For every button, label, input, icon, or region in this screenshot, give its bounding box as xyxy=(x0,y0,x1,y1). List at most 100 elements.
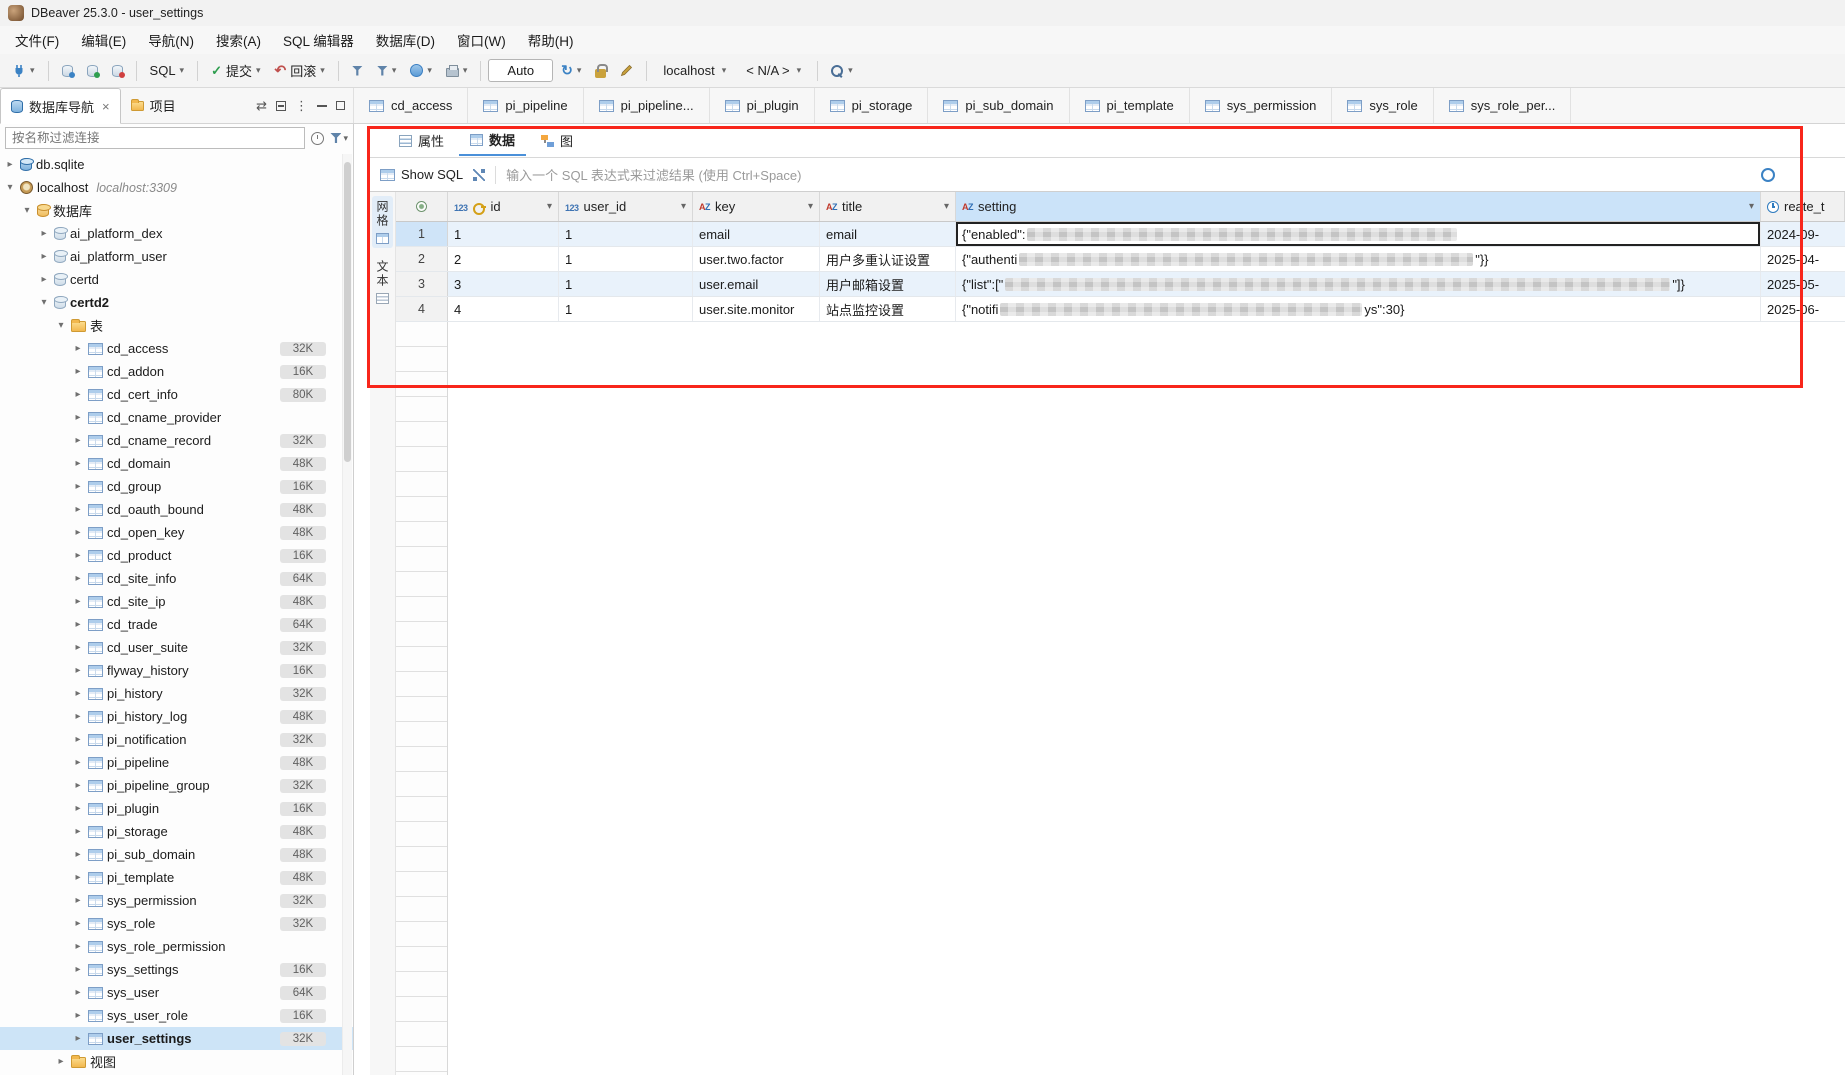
cell-id[interactable]: 2 xyxy=(448,247,559,271)
show-sql-button[interactable]: Show SQL xyxy=(380,167,463,182)
menu-item[interactable]: 窗口(W) xyxy=(446,26,517,54)
column-header[interactable]: AZ setting ▾ xyxy=(956,192,1761,221)
expand-chevron-icon[interactable] xyxy=(72,688,84,699)
editor-tab[interactable]: sys_role xyxy=(1332,88,1433,123)
tree-item[interactable]: pi_plugin 16K xyxy=(0,797,353,820)
search-button[interactable]: ▾ xyxy=(825,61,859,80)
expand-chevron-icon[interactable] xyxy=(72,596,84,607)
transaction-mode-combo[interactable]: Auto xyxy=(488,59,553,82)
cell-user-id[interactable]: 1 xyxy=(559,222,693,246)
expand-chevron-icon[interactable] xyxy=(72,481,84,492)
navigator-filter-funnel[interactable]: ▾ xyxy=(330,133,348,143)
cell-setting[interactable]: {"enabled": xyxy=(956,222,1761,246)
cell-title[interactable]: 用户邮箱设置 xyxy=(820,272,956,296)
cell-create-time[interactable]: 2025-05- xyxy=(1761,272,1845,296)
tree-item[interactable]: cd_product 16K xyxy=(0,544,353,567)
cell-user-id[interactable]: 1 xyxy=(559,272,693,296)
tree-item[interactable]: pi_history 32K xyxy=(0,682,353,705)
cell-create-time[interactable]: 2025-04- xyxy=(1761,247,1845,271)
editor-tab[interactable]: pi_storage xyxy=(815,88,929,123)
maximize-icon[interactable] xyxy=(336,101,345,110)
link-editor-icon[interactable]: ⇄ xyxy=(256,98,267,114)
editor-subtab[interactable]: 图 xyxy=(530,126,584,155)
tree-item[interactable]: localhost localhost:3309 xyxy=(0,176,353,199)
tree-item[interactable]: sys_user 64K xyxy=(0,981,353,1004)
expand-chevron-icon[interactable] xyxy=(72,711,84,722)
tree-item[interactable]: pi_pipeline_group 32K xyxy=(0,774,353,797)
editor-tab[interactable]: sys_permission xyxy=(1190,88,1333,123)
cell-title[interactable]: 站点监控设置 xyxy=(820,297,956,321)
editor-tab[interactable]: pi_plugin xyxy=(710,88,815,123)
menu-item[interactable]: 导航(N) xyxy=(137,26,205,54)
menu-item[interactable]: 帮助(H) xyxy=(517,26,585,54)
expand-chevron-icon[interactable] xyxy=(72,573,84,584)
refresh-button[interactable]: ▾ xyxy=(555,59,587,82)
expand-chevron-icon[interactable] xyxy=(72,941,84,952)
minimize-icon[interactable] xyxy=(317,105,327,107)
tree-item[interactable]: sys_user_role 16K xyxy=(0,1004,353,1027)
menu-item[interactable]: 数据库(D) xyxy=(365,26,446,54)
active-connection-combo[interactable]: localhost ▾ xyxy=(654,63,735,78)
expand-chevron-icon[interactable] xyxy=(72,527,84,538)
tree-item[interactable]: ai_platform_dex xyxy=(0,222,353,245)
cell-key[interactable]: user.email xyxy=(693,272,820,296)
rollback-button[interactable]: 回滚 ▾ xyxy=(269,58,331,83)
history-icon[interactable] xyxy=(311,132,324,145)
data-row[interactable]: 2 2 1 user.two.factor 用户多重认证设置 {"authent… xyxy=(396,247,1845,272)
expand-chevron-icon[interactable] xyxy=(72,918,84,929)
column-header[interactable]: AZ user_id ▾ xyxy=(559,192,693,221)
edit-button[interactable] xyxy=(614,61,639,80)
expand-chevron-icon[interactable] xyxy=(72,642,84,653)
cell-user-id[interactable]: 1 xyxy=(559,297,693,321)
sql-filter-input[interactable]: 输入一个 SQL 表达式来过滤结果 (使用 Ctrl+Space) xyxy=(506,165,801,184)
expand-chevron-icon[interactable] xyxy=(38,274,50,285)
active-schema-combo[interactable]: < N/A > ▾ xyxy=(737,63,810,78)
tree-item[interactable]: cd_site_ip 48K xyxy=(0,590,353,613)
expand-chevron-icon[interactable] xyxy=(38,228,50,239)
menu-item[interactable]: 搜索(A) xyxy=(205,26,272,54)
tree-item[interactable]: user_settings 32K xyxy=(0,1027,353,1050)
expand-chevron-icon[interactable] xyxy=(55,320,67,331)
column-header[interactable]: AZ id ▾ xyxy=(448,192,559,221)
tree-item[interactable]: db.sqlite xyxy=(0,153,353,176)
expand-filter-icon[interactable] xyxy=(473,169,485,181)
column-dropdown-icon[interactable]: ▾ xyxy=(944,202,949,212)
tree-item[interactable]: cd_access 32K xyxy=(0,337,353,360)
expand-chevron-icon[interactable] xyxy=(4,182,16,193)
cell-key[interactable]: user.two.factor xyxy=(693,247,820,271)
new-connection-button[interactable]: ▾ xyxy=(6,61,41,81)
cell-setting[interactable]: {"list":[" "]} xyxy=(956,272,1761,296)
editor-tab[interactable]: pi_pipeline... xyxy=(584,88,710,123)
column-header[interactable]: AZ key ▾ xyxy=(693,192,820,221)
row-number-header[interactable] xyxy=(396,192,448,221)
tree-item[interactable]: pi_sub_domain 48K xyxy=(0,843,353,866)
filter-connections-input[interactable] xyxy=(5,127,305,149)
expand-chevron-icon[interactable] xyxy=(72,504,84,515)
menu-item[interactable]: 文件(F) xyxy=(4,26,70,54)
column-dropdown-icon[interactable]: ▾ xyxy=(547,202,552,212)
tree-item[interactable]: cd_open_key 48K xyxy=(0,521,353,544)
expand-chevron-icon[interactable] xyxy=(72,895,84,906)
tree-item[interactable]: cd_oauth_bound 48K xyxy=(0,498,353,521)
cell-id[interactable]: 4 xyxy=(448,297,559,321)
tree-item[interactable]: cd_domain 48K xyxy=(0,452,353,475)
cell-title[interactable]: email xyxy=(820,222,956,246)
editor-tab[interactable]: pi_pipeline xyxy=(468,88,583,123)
tree-item[interactable]: 表 xyxy=(0,314,353,337)
view-mode-button[interactable]: 网格 xyxy=(372,196,393,248)
view-menu-icon[interactable]: ⋮ xyxy=(295,98,308,114)
tree-item[interactable]: pi_history_log 48K xyxy=(0,705,353,728)
tree-item[interactable]: cd_user_suite 32K xyxy=(0,636,353,659)
tab-database-navigator[interactable]: 数据库导航 × xyxy=(0,88,121,124)
expand-chevron-icon[interactable] xyxy=(72,366,84,377)
cell-setting[interactable]: {"notifi ys":30} xyxy=(956,297,1761,321)
editor-subtab[interactable]: 属性 xyxy=(388,126,455,155)
expand-chevron-icon[interactable] xyxy=(72,619,84,630)
tree-item[interactable]: cd_site_info 64K xyxy=(0,567,353,590)
expand-chevron-icon[interactable] xyxy=(38,297,50,308)
cell-key[interactable]: email xyxy=(693,222,820,246)
cell-setting[interactable]: {"authenti "}} xyxy=(956,247,1761,271)
expand-chevron-icon[interactable] xyxy=(72,389,84,400)
tree-item[interactable]: cd_group 16K xyxy=(0,475,353,498)
expand-chevron-icon[interactable] xyxy=(72,964,84,975)
